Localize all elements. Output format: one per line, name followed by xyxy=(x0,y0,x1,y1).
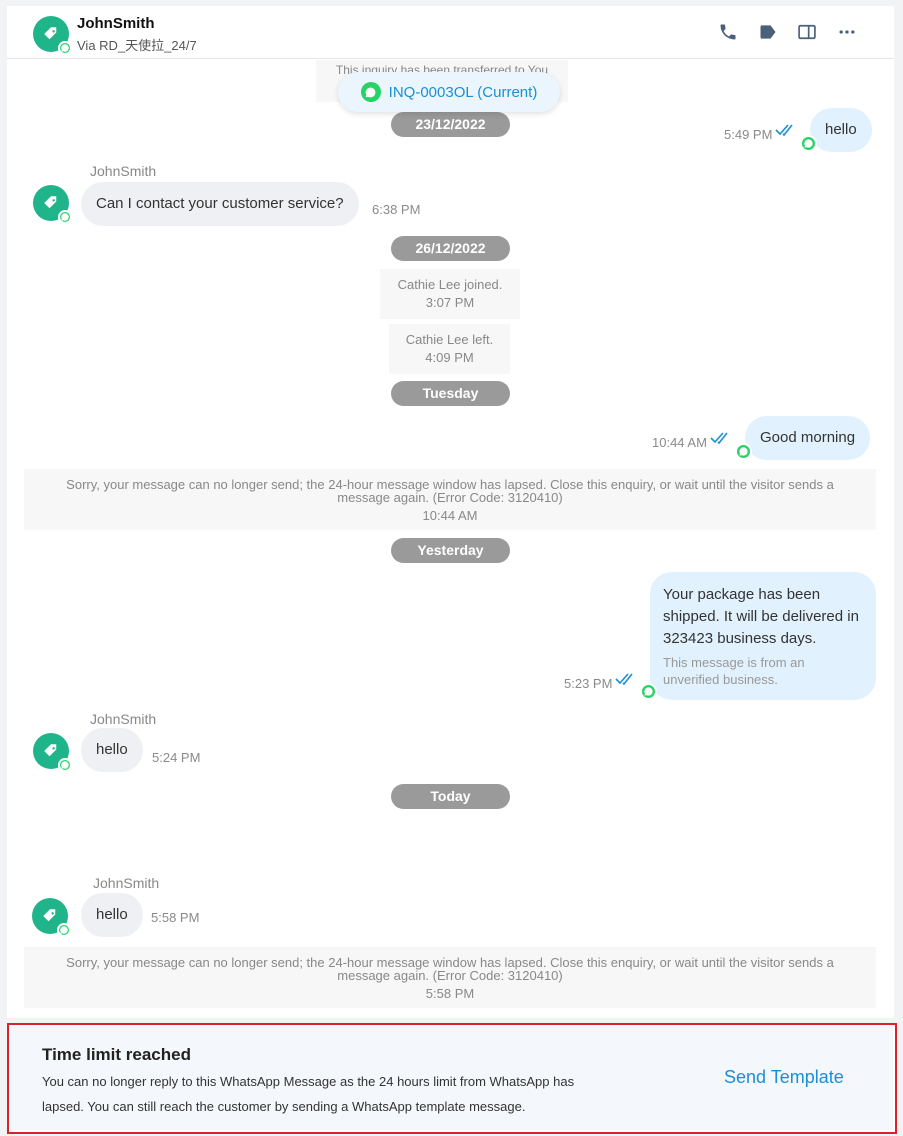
message-time: 5:24 PM xyxy=(152,750,201,765)
error-notice: Sorry, your message can no longer send; … xyxy=(24,469,876,530)
whatsapp-icon xyxy=(640,683,657,700)
ticket-icon xyxy=(44,27,57,40)
outgoing-message: Your package has been shipped. It will b… xyxy=(650,572,876,700)
sender-name: JohnSmith xyxy=(90,163,157,179)
event-text: Cathie Lee joined. xyxy=(397,277,503,292)
channel-label: Via RD_天使拉_24/7 xyxy=(77,38,197,53)
error-time: 5:58 PM xyxy=(425,986,475,1001)
avatar[interactable] xyxy=(32,898,71,937)
whatsapp-icon xyxy=(58,210,72,224)
whatsapp-icon xyxy=(800,135,817,152)
tag-icon[interactable] xyxy=(758,22,778,42)
error-text: Sorry, your message can no longer send; … xyxy=(66,477,834,505)
date-separator: Yesterday xyxy=(391,538,510,563)
read-receipt-icon xyxy=(710,432,728,444)
unverified-note: This message is from an unverified busin… xyxy=(663,655,805,687)
banner-body: Time limit reached You can no longer rep… xyxy=(11,1027,893,1130)
split-view-icon[interactable] xyxy=(797,22,817,42)
phone-icon[interactable] xyxy=(718,22,738,42)
date-separator: Today xyxy=(391,784,510,809)
read-receipt-icon xyxy=(775,124,793,136)
incoming-message: hello xyxy=(81,728,143,772)
system-event: Cathie Lee joined. 3:07 PM xyxy=(380,269,520,319)
event-text: Cathie Lee left. xyxy=(405,332,494,347)
date-separator: 23/12/2022 xyxy=(391,112,510,137)
date-separator: 26/12/2022 xyxy=(391,236,510,261)
avatar[interactable] xyxy=(33,185,72,224)
avatar[interactable] xyxy=(33,733,72,772)
message-time: 5:49 PM xyxy=(724,127,773,142)
whatsapp-icon xyxy=(360,82,381,102)
current-inquiry-pill[interactable]: INQ-0003OL (Current) xyxy=(338,72,560,112)
error-notice: Sorry, your message can no longer send; … xyxy=(24,947,876,1008)
sender-name: JohnSmith xyxy=(93,875,160,891)
whatsapp-icon xyxy=(58,758,72,772)
event-time: 4:09 PM xyxy=(425,350,474,365)
message-time: 10:44 AM xyxy=(652,435,707,450)
ticket-icon xyxy=(44,196,57,209)
message-text: Your package has been shipped. It will b… xyxy=(663,586,859,647)
sender-name: JohnSmith xyxy=(90,711,157,727)
message-time: 5:23 PM xyxy=(564,676,613,691)
outgoing-message: Good morning xyxy=(745,416,871,460)
ticket-icon xyxy=(44,744,57,757)
avatar[interactable] xyxy=(33,16,72,55)
date-separator: Tuesday xyxy=(391,381,510,406)
read-receipt-icon xyxy=(615,673,633,685)
whatsapp-icon xyxy=(57,923,71,937)
whatsapp-icon xyxy=(58,41,72,55)
banner-title: Time limit reached xyxy=(42,1045,191,1064)
ticket-icon xyxy=(43,909,56,922)
more-icon[interactable] xyxy=(837,22,857,42)
error-text: Sorry, your message can no longer send; … xyxy=(66,955,834,983)
chat-panel: JohnSmith Via RD_天使拉_24/7 This inquiry h… xyxy=(7,6,894,1018)
banner-text: You can no longer reply to this WhatsApp… xyxy=(42,1074,575,1114)
send-template-button[interactable]: Send Template xyxy=(724,1067,844,1088)
message-time: 6:38 PM xyxy=(372,202,421,217)
incoming-message: hello xyxy=(81,893,143,937)
whatsapp-icon xyxy=(735,443,752,460)
outgoing-message: hello xyxy=(810,108,872,152)
inquiry-id: INQ-0003OL (Current) xyxy=(388,83,538,101)
incoming-message: Can I contact your customer service? xyxy=(81,182,359,226)
chat-header: JohnSmith Via RD_天使拉_24/7 xyxy=(7,6,894,59)
contact-name: JohnSmith xyxy=(77,15,155,32)
system-event: Cathie Lee left. 4:09 PM xyxy=(389,324,510,374)
event-time: 3:07 PM xyxy=(425,295,475,310)
message-time: 5:58 PM xyxy=(151,910,200,925)
time-limit-banner: Time limit reached You can no longer rep… xyxy=(7,1023,897,1134)
error-time: 10:44 AM xyxy=(422,508,478,523)
